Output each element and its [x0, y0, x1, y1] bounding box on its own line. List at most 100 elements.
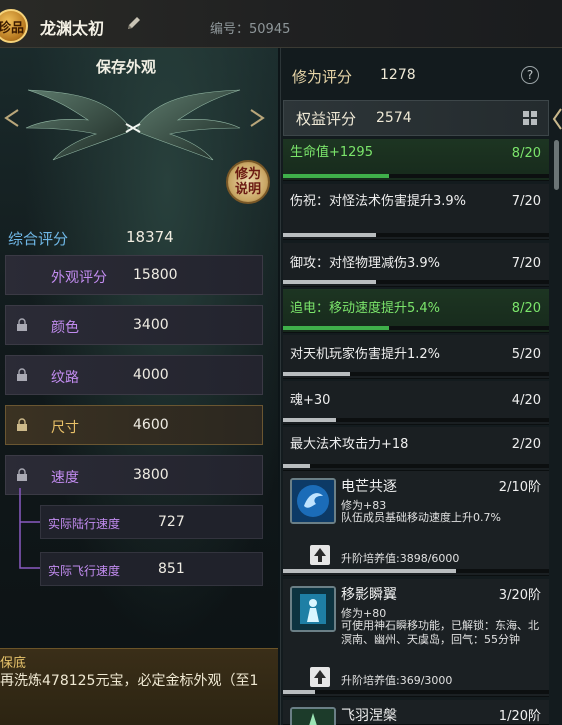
stat-label: 速度 — [51, 470, 79, 486]
skill-stage: 1/20阶 — [498, 709, 541, 724]
attribute-progress-fill — [283, 233, 377, 237]
sub-stat-label: 实际陆行速度 — [48, 517, 121, 531]
pattern-stat-row[interactable]: 纹路 4000 — [5, 355, 263, 395]
attribute-text: 伤祝：对怪法术伤害提升3.9% — [290, 194, 467, 209]
character-id: 编号：50945 — [210, 22, 291, 37]
attribute-row: 最大法术攻击力+18 2/20 — [283, 427, 549, 471]
rights-score-label: 权益评分 — [296, 110, 357, 128]
attribute-text: 最大法术攻击力+18 — [290, 437, 409, 452]
arrow-up-icon — [314, 548, 326, 562]
skill-progress-fill — [283, 569, 456, 573]
cultivation-score-value: 1278 — [380, 67, 416, 83]
upgrade-button[interactable] — [310, 667, 330, 687]
lock-icon[interactable] — [16, 368, 28, 382]
lock-icon[interactable] — [16, 468, 28, 482]
arrow-up-icon — [314, 670, 326, 684]
help-icon[interactable]: ? — [521, 66, 539, 84]
stat-value: 15800 — [133, 267, 178, 283]
skill-name: 电芒共逐 — [341, 479, 397, 495]
skill-description: 可使用神石瞬移功能，已解锁：东海、北溟南、幽州、天虞岛，回气：55分钟 — [341, 619, 539, 646]
next-arrow-icon[interactable] — [245, 106, 269, 130]
attribute-count: 8/20 — [511, 146, 541, 161]
rights-score-value: 2574 — [376, 110, 412, 126]
attribute-count: 8/20 — [511, 301, 541, 316]
wings-preview — [25, 89, 241, 161]
attribute-progress-track — [283, 464, 549, 468]
appearance-score-row: 外观评分 15800 — [5, 255, 263, 295]
attribute-progress-track — [283, 326, 549, 330]
stat-label: 颜色 — [51, 320, 79, 336]
attribute-progress-track — [283, 372, 549, 376]
attribute-text: 魂+30 — [290, 393, 331, 408]
skill-name: 飞羽涅槃 — [341, 708, 397, 724]
guarantee-text: 再洗炼478125元宝，必定金标外观（至1 — [0, 673, 259, 689]
stat-value: 3800 — [133, 467, 169, 483]
stat-value: 4000 — [133, 367, 169, 383]
total-score-label: 综合评分 — [8, 230, 69, 248]
tree-connector — [19, 488, 42, 569]
sub-stat-value: 851 — [158, 561, 185, 577]
attribute-count: 7/20 — [511, 194, 541, 209]
sub-stat-label: 实际飞行速度 — [48, 564, 121, 578]
skill-progress-track — [283, 569, 549, 573]
skill-name: 移影瞬翼 — [341, 587, 397, 603]
scrollbar-thumb[interactable] — [554, 140, 559, 190]
attribute-row: 伤祝：对怪法术伤害提升3.9% 7/20 — [283, 184, 549, 240]
cultivation-help-button[interactable]: 修为说明 — [226, 160, 270, 204]
attribute-progress-fill — [283, 464, 310, 468]
stat-label: 外观评分 — [51, 270, 107, 286]
attribute-progress-fill — [283, 174, 390, 178]
attribute-count: 4/20 — [511, 393, 541, 408]
attribute-progress-fill — [283, 326, 390, 330]
attribute-row: 御攻：对怪物理减伤3.9% 7/20 — [283, 243, 549, 287]
guarantee-title: 保底 — [0, 656, 27, 671]
upgrade-progress-text: 升阶培养值:3898/6000 — [341, 552, 460, 565]
speed-stat-row[interactable]: 速度 3800 — [5, 455, 263, 495]
attribute-progress-fill — [283, 372, 350, 376]
attribute-progress-track — [283, 174, 549, 178]
stat-label: 尺寸 — [51, 420, 79, 436]
phoenix-skill-icon — [290, 707, 336, 725]
flight-speed-row: 实际飞行速度 851 — [40, 552, 263, 586]
attribute-text: 御攻：对怪物理减伤3.9% — [290, 256, 441, 271]
upgrade-button[interactable] — [310, 545, 330, 565]
attribute-count: 7/20 — [511, 256, 541, 271]
cultivation-score-label: 修为评分 — [292, 68, 353, 86]
previous-arrow-icon[interactable] — [0, 106, 24, 130]
total-score-value: 18374 — [126, 228, 174, 246]
skill-stage: 2/10阶 — [498, 480, 541, 495]
attribute-count: 5/20 — [511, 347, 541, 362]
character-name: 龙渊太初 — [40, 19, 105, 38]
attribute-progress-track — [283, 418, 549, 422]
lightning-skill-icon — [290, 478, 336, 524]
lock-icon[interactable] — [16, 418, 28, 432]
grid-icon[interactable] — [522, 110, 538, 126]
attribute-row: 对天机玩家伤害提升1.2% 5/20 — [283, 335, 549, 379]
lock-icon[interactable] — [16, 318, 28, 332]
attribute-text: 对天机玩家伤害提升1.2% — [290, 347, 441, 362]
skill-card[interactable]: 飞羽涅槃 1/20阶 — [283, 700, 549, 725]
collapse-arrow-icon[interactable] — [552, 106, 562, 132]
stat-value: 4600 — [133, 417, 169, 433]
attribute-progress-track — [283, 280, 549, 284]
attribute-progress-fill — [283, 418, 337, 422]
help-seal-label: 修为说明 — [234, 167, 261, 197]
sub-stat-value: 727 — [158, 514, 185, 530]
attribute-progress-track — [283, 233, 549, 237]
skill-stage: 3/20阶 — [498, 588, 541, 603]
attribute-row: 追电：移动速度提升5.4% 8/20 — [283, 289, 549, 333]
skill-progress-fill — [283, 690, 315, 694]
attribute-progress-fill — [283, 280, 377, 284]
pencil-icon[interactable] — [125, 14, 143, 32]
size-stat-row[interactable]: 尺寸 4600 — [5, 405, 263, 445]
attribute-count: 2/20 — [511, 437, 541, 452]
attribute-text: 生命值+1295 — [290, 145, 373, 160]
stat-label: 纹路 — [51, 370, 79, 386]
color-stat-row[interactable]: 颜色 3400 — [5, 305, 263, 345]
upgrade-progress-text: 升阶培养值:369/3000 — [341, 674, 453, 687]
skill-card[interactable]: 移影瞬翼 3/20阶 修为+80 可使用神石瞬移功能，已解锁：东海、北溟南、幽州… — [283, 579, 549, 697]
skill-progress-track — [283, 690, 549, 694]
skill-card[interactable]: 电芒共逐 2/10阶 修为+83 队伍成员基础移动速度上升0.7% 升阶培养值:… — [283, 471, 549, 576]
attribute-row: 魂+30 4/20 — [283, 381, 549, 425]
attribute-row: 生命值+1295 8/20 — [283, 139, 549, 181]
